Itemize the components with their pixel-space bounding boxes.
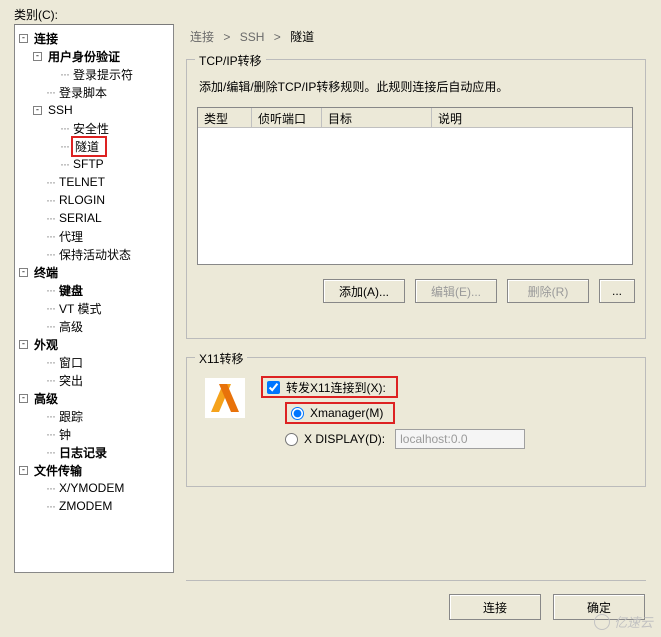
- collapse-icon[interactable]: -: [33, 52, 42, 61]
- tree-highlight[interactable]: ···突出: [31, 371, 171, 389]
- col-type[interactable]: 类型: [198, 108, 252, 127]
- collapse-icon[interactable]: -: [33, 106, 42, 115]
- breadcrumb: 连接 > SSH > 隧道: [190, 28, 646, 45]
- tree-rlogin[interactable]: ···RLOGIN: [31, 191, 171, 209]
- col-target[interactable]: 目标: [322, 108, 432, 127]
- tree-terminal[interactable]: -终端: [17, 263, 171, 281]
- tree-login-script[interactable]: ···登录脚本: [31, 83, 171, 101]
- collapse-icon[interactable]: -: [19, 340, 28, 349]
- tree-zmodem[interactable]: ···ZMODEM: [31, 497, 171, 515]
- xmanager-label: Xmanager(M): [310, 406, 383, 420]
- tree-xymodem[interactable]: ···X/YMODEM: [31, 479, 171, 497]
- tcpip-legend: TCP/IP转移: [195, 52, 266, 69]
- watermark-icon: [594, 614, 610, 630]
- collapse-icon[interactable]: -: [19, 34, 28, 43]
- xmanager-radio[interactable]: [291, 407, 304, 420]
- tree-proxy[interactable]: ···代理: [31, 227, 171, 245]
- forwarding-rules-table[interactable]: 类型 侦听端口 目标 说明: [197, 107, 633, 265]
- collapse-icon[interactable]: -: [19, 394, 28, 403]
- x11-forwarding-group: X11转移 转发X11连接到(X): Xmanager(M): [186, 357, 646, 487]
- tree-window[interactable]: ···窗口: [31, 353, 171, 371]
- tree-keyboard[interactable]: ···键盘: [31, 281, 171, 299]
- forward-x11-label: 转发X11连接到(X):: [286, 379, 386, 396]
- tree-tunnel[interactable]: ···隧道: [45, 137, 171, 155]
- tree-telnet[interactable]: ···TELNET: [31, 173, 171, 191]
- collapse-icon[interactable]: -: [19, 466, 28, 475]
- xdisplay-radio[interactable]: [285, 433, 298, 446]
- tree-auth[interactable]: -用户身份验证: [31, 47, 171, 65]
- xdisplay-input: [395, 429, 525, 449]
- category-tree[interactable]: -连接 -用户身份验证 ···登录提示符 ···登录脚本 -SSH ···安全性…: [14, 24, 174, 573]
- separator: [186, 580, 646, 581]
- tree-keepalive[interactable]: ···保持活动状态: [31, 245, 171, 263]
- collapse-icon[interactable]: -: [19, 268, 28, 277]
- tree-bell[interactable]: ···钟: [31, 425, 171, 443]
- tcpip-forwarding-group: TCP/IP转移 添加/编辑/删除TCP/IP转移规则。此规则连接后自动应用。 …: [186, 59, 646, 339]
- x11-legend: X11转移: [195, 350, 247, 367]
- tree-vtmode[interactable]: ···VT 模式: [31, 299, 171, 317]
- connect-button[interactable]: 连接: [449, 594, 541, 620]
- tree-ssh[interactable]: -SSH: [31, 101, 171, 119]
- remove-button: 删除(R): [507, 279, 589, 303]
- tree-trace[interactable]: ···跟踪: [31, 407, 171, 425]
- add-button[interactable]: 添加(A)...: [323, 279, 405, 303]
- edit-button: 编辑(E)...: [415, 279, 497, 303]
- more-button[interactable]: ...: [599, 279, 635, 303]
- forward-x11-checkbox[interactable]: [267, 381, 280, 394]
- highlight-xmanager: Xmanager(M): [285, 402, 395, 424]
- breadcrumb-tunnel: 隧道: [290, 30, 314, 44]
- breadcrumb-connection[interactable]: 连接: [190, 30, 214, 44]
- highlight-forward-x11: 转发X11连接到(X):: [261, 376, 398, 398]
- tree-logging[interactable]: ···日志记录: [31, 443, 171, 461]
- col-description[interactable]: 说明: [432, 108, 632, 127]
- breadcrumb-ssh[interactable]: SSH: [240, 30, 265, 44]
- tree-security[interactable]: ···安全性: [45, 119, 171, 137]
- tree-connection[interactable]: -连接: [17, 29, 171, 47]
- tree-appearance[interactable]: -外观: [17, 335, 171, 353]
- tree-advanced-terminal[interactable]: ···高级: [31, 317, 171, 335]
- tree-filetransfer[interactable]: -文件传输: [17, 461, 171, 479]
- xdisplay-label: X DISPLAY(D):: [304, 432, 385, 446]
- category-label: 类别(C):: [14, 6, 58, 23]
- watermark: 亿速云: [594, 612, 653, 631]
- tree-serial[interactable]: ···SERIAL: [31, 209, 171, 227]
- col-listen-port[interactable]: 侦听端口: [252, 108, 322, 127]
- tcpip-instruction: 添加/编辑/删除TCP/IP转移规则。此规则连接后自动应用。: [199, 78, 633, 95]
- tree-advanced[interactable]: -高级: [17, 389, 171, 407]
- xmanager-icon: [205, 378, 245, 418]
- tree-sftp[interactable]: ···SFTP: [45, 155, 171, 173]
- tree-login-prompt[interactable]: ···登录提示符: [45, 65, 171, 83]
